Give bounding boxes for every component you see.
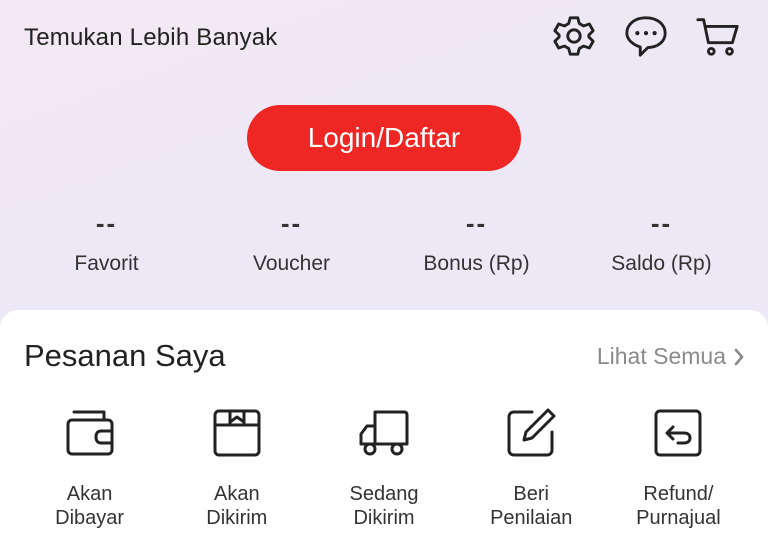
wallet-icon [66, 410, 114, 456]
stat-bonus[interactable]: -- Bonus (Rp) [384, 206, 569, 276]
see-all-link[interactable]: Lihat Semua [597, 343, 746, 370]
order-label: Beri Penilaian [490, 483, 573, 529]
order-refund[interactable]: Refund/ Purnajual [605, 406, 752, 530]
section-title: Pesanan Saya [24, 338, 226, 373]
order-unpaid[interactable]: Akan Dibayar [16, 406, 163, 530]
stat-value: -- [95, 208, 118, 238]
stat-value: -- [280, 208, 303, 238]
stat-saldo[interactable]: -- Saldo (Rp) [569, 206, 754, 276]
order-to-ship[interactable]: Akan Dikirim [163, 406, 310, 530]
edit-review-icon [507, 408, 556, 457]
stat-value: -- [465, 208, 488, 238]
order-label: Sedang Dikirim [349, 483, 419, 529]
page-title: Temukan Lebih Banyak [24, 24, 278, 51]
stat-label: Favorit [74, 252, 139, 275]
stat-voucher[interactable]: -- Voucher [199, 206, 384, 276]
stat-favorit[interactable]: -- Favorit [14, 206, 199, 276]
stat-value: -- [650, 208, 673, 238]
chevron-right-icon [734, 348, 744, 365]
order-label: Akan Dibayar [55, 483, 125, 529]
see-all-label: Lihat Semua [596, 343, 726, 369]
header: Temukan Lebih Banyak [0, 0, 768, 80]
order-status-row: Akan Dibayar Akan Dikirim Sedang Dikirim [16, 406, 752, 530]
stat-label: Saldo (Rp) [611, 252, 712, 275]
shopping-cart-icon[interactable] [694, 12, 742, 60]
order-to-review[interactable]: Beri Penilaian [458, 406, 605, 530]
login-register-button[interactable]: Login/Daftar [247, 105, 521, 171]
package-box-icon [213, 409, 261, 457]
order-shipping[interactable]: Sedang Dikirim [310, 406, 457, 530]
my-orders-card: Pesanan Saya Lihat Semua Akan Dibayar Ak… [0, 310, 768, 550]
stat-label: Bonus (Rp) [423, 252, 530, 275]
order-label: Refund/ Purnajual [636, 483, 721, 529]
account-stats: -- Favorit -- Voucher -- Bonus (Rp) -- S… [14, 206, 754, 276]
header-actions [550, 12, 742, 60]
order-label: Akan Dikirim [206, 483, 268, 529]
stat-label: Voucher [252, 252, 331, 275]
delivery-truck-icon [359, 410, 409, 456]
refund-return-icon [654, 409, 702, 457]
settings-gear-icon[interactable] [550, 12, 598, 60]
chat-bubble-icon[interactable] [622, 12, 670, 60]
